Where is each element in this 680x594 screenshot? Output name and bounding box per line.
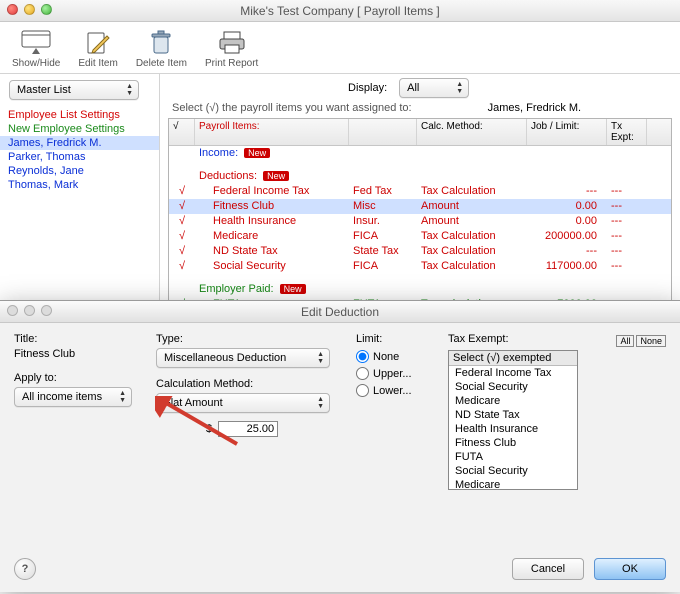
tax-exempt-label: Tax Exempt:	[448, 333, 614, 345]
dropdown-label: Master List	[17, 84, 71, 96]
edit-deduction-dialog: Edit Deduction Title: Fitness Club Apply…	[0, 300, 680, 592]
table-row[interactable]: √ND State TaxState TaxTax Calculation---…	[169, 244, 671, 259]
assigned-employee-name: James, Fredrick M.	[488, 102, 582, 114]
close-window-button[interactable]	[7, 4, 18, 15]
dropdown-arrows-icon: ▲▼	[126, 83, 133, 97]
col-check: √	[169, 119, 195, 145]
title-value: Fitness Club	[14, 348, 134, 360]
dropdown-arrows-icon: ▲▼	[317, 396, 324, 410]
calc-method-label: Calculation Method:	[156, 378, 334, 390]
show-hide-button[interactable]: Show/Hide	[12, 28, 60, 69]
limit-label: Limit:	[356, 333, 426, 345]
tax-exempt-none-button[interactable]: None	[636, 335, 666, 347]
table-row[interactable]: √Social SecurityFICATax Calculation11700…	[169, 259, 671, 274]
employee-list-item[interactable]: Employee List Settings	[0, 108, 159, 122]
tax-exempt-list[interactable]: Select (√) exempted Federal Income TaxSo…	[448, 350, 578, 490]
col-job-limit: Job / Limit:	[527, 119, 607, 145]
edit-icon	[80, 28, 116, 58]
toolbar-label: Edit Item	[78, 58, 117, 69]
dropdown-label: All	[407, 82, 419, 94]
employee-list-item[interactable]: James, Fredrick M.	[0, 136, 159, 150]
table-row[interactable]: √MedicareFICATax Calculation200000.00---	[169, 229, 671, 244]
table-header: √ Payroll Items: Calc. Method: Job / Lim…	[169, 119, 671, 146]
edit-item-button[interactable]: Edit Item	[78, 28, 117, 69]
limit-lower-radio[interactable]: Lower...	[356, 384, 426, 397]
employee-list-item[interactable]: New Employee Settings	[0, 122, 159, 136]
calc-method-dropdown[interactable]: Flat Amount ▲▼	[156, 393, 330, 413]
currency-label: $	[206, 423, 212, 435]
exempt-list-item[interactable]: Medicare	[449, 394, 577, 408]
amount-input[interactable]	[218, 421, 278, 437]
delete-item-button[interactable]: Delete Item	[136, 28, 187, 69]
section-deductions: Deductions:New	[169, 169, 671, 184]
minimize-window-button[interactable]	[24, 4, 35, 15]
col-blank	[349, 119, 417, 145]
window-title: Mike's Test Company [ Payroll Items ]	[240, 4, 439, 18]
apply-to-dropdown[interactable]: All income items ▲▼	[14, 387, 132, 407]
zoom-window-button[interactable]	[41, 4, 52, 15]
toolbar-label: Delete Item	[136, 58, 187, 69]
ok-button[interactable]: OK	[594, 558, 666, 580]
dropdown-arrows-icon: ▲▼	[317, 351, 324, 365]
exempt-list-item[interactable]: Social Security	[449, 380, 577, 394]
exempt-list-item[interactable]: Federal Income Tax	[449, 366, 577, 380]
col-calc-method: Calc. Method:	[417, 119, 527, 145]
display-label: Display:	[348, 82, 387, 94]
new-badge[interactable]: New	[280, 284, 306, 294]
title-label: Title:	[14, 333, 134, 345]
exempt-list-item[interactable]: Medicare	[449, 478, 577, 490]
cancel-button[interactable]: Cancel	[512, 558, 584, 580]
exempt-list-item[interactable]: ND State Tax	[449, 408, 577, 422]
col-tx-expt: Tx Expt:	[607, 119, 647, 145]
exempt-list-item[interactable]: FUTA	[449, 450, 577, 464]
limit-upper-radio[interactable]: Upper...	[356, 367, 426, 380]
col-payroll-items: Payroll Items:	[195, 119, 349, 145]
modal-minimize-button[interactable]	[24, 305, 35, 316]
toolbar: Show/Hide Edit Item Delete Item Print Re…	[0, 22, 680, 74]
employee-list-item[interactable]: Parker, Thomas	[0, 150, 159, 164]
exempt-list-header: Select (√) exempted	[449, 351, 577, 366]
table-row[interactable]: √Health InsuranceInsur.Amount0.00---	[169, 214, 671, 229]
dropdown-arrows-icon: ▲▼	[456, 81, 463, 95]
master-list-dropdown[interactable]: Master List ▲▼	[9, 80, 139, 100]
new-badge[interactable]: New	[244, 148, 270, 158]
apply-to-label: Apply to:	[14, 372, 134, 384]
section-income: Income:New	[169, 146, 671, 161]
table-row[interactable]: √Fitness ClubMiscAmount0.00---	[169, 199, 671, 214]
section-employer-paid: Employer Paid:New	[169, 282, 671, 297]
modal-zoom-button[interactable]	[41, 305, 52, 316]
exempt-list-item[interactable]: Social Security	[449, 464, 577, 478]
help-button[interactable]: ?	[14, 558, 36, 580]
assign-instruction: Select (√) the payroll items you want as…	[172, 102, 412, 114]
limit-none-radio[interactable]: None	[356, 350, 426, 363]
toolbar-label: Show/Hide	[12, 58, 60, 69]
employee-list-item[interactable]: Thomas, Mark	[0, 178, 159, 192]
employee-list-item[interactable]: Reynolds, Jane	[0, 164, 159, 178]
printer-icon	[214, 28, 250, 58]
modal-close-button[interactable]	[7, 305, 18, 316]
print-report-button[interactable]: Print Report	[205, 28, 258, 69]
show-hide-icon	[18, 28, 54, 58]
exempt-list-item[interactable]: Fitness Club	[449, 436, 577, 450]
type-dropdown[interactable]: Miscellaneous Deduction ▲▼	[156, 348, 330, 368]
main-titlebar: Mike's Test Company [ Payroll Items ]	[0, 0, 680, 22]
toolbar-label: Print Report	[205, 58, 258, 69]
exempt-list-item[interactable]: Health Insurance	[449, 422, 577, 436]
tax-exempt-all-button[interactable]: All	[616, 335, 634, 347]
display-dropdown[interactable]: All ▲▼	[399, 78, 469, 98]
trash-icon	[143, 28, 179, 58]
modal-title: Edit Deduction	[301, 305, 379, 319]
table-row[interactable]: √Federal Income TaxFed TaxTax Calculatio…	[169, 184, 671, 199]
type-label: Type:	[156, 333, 334, 345]
new-badge[interactable]: New	[263, 171, 289, 181]
dropdown-arrows-icon: ▲▼	[119, 390, 126, 404]
